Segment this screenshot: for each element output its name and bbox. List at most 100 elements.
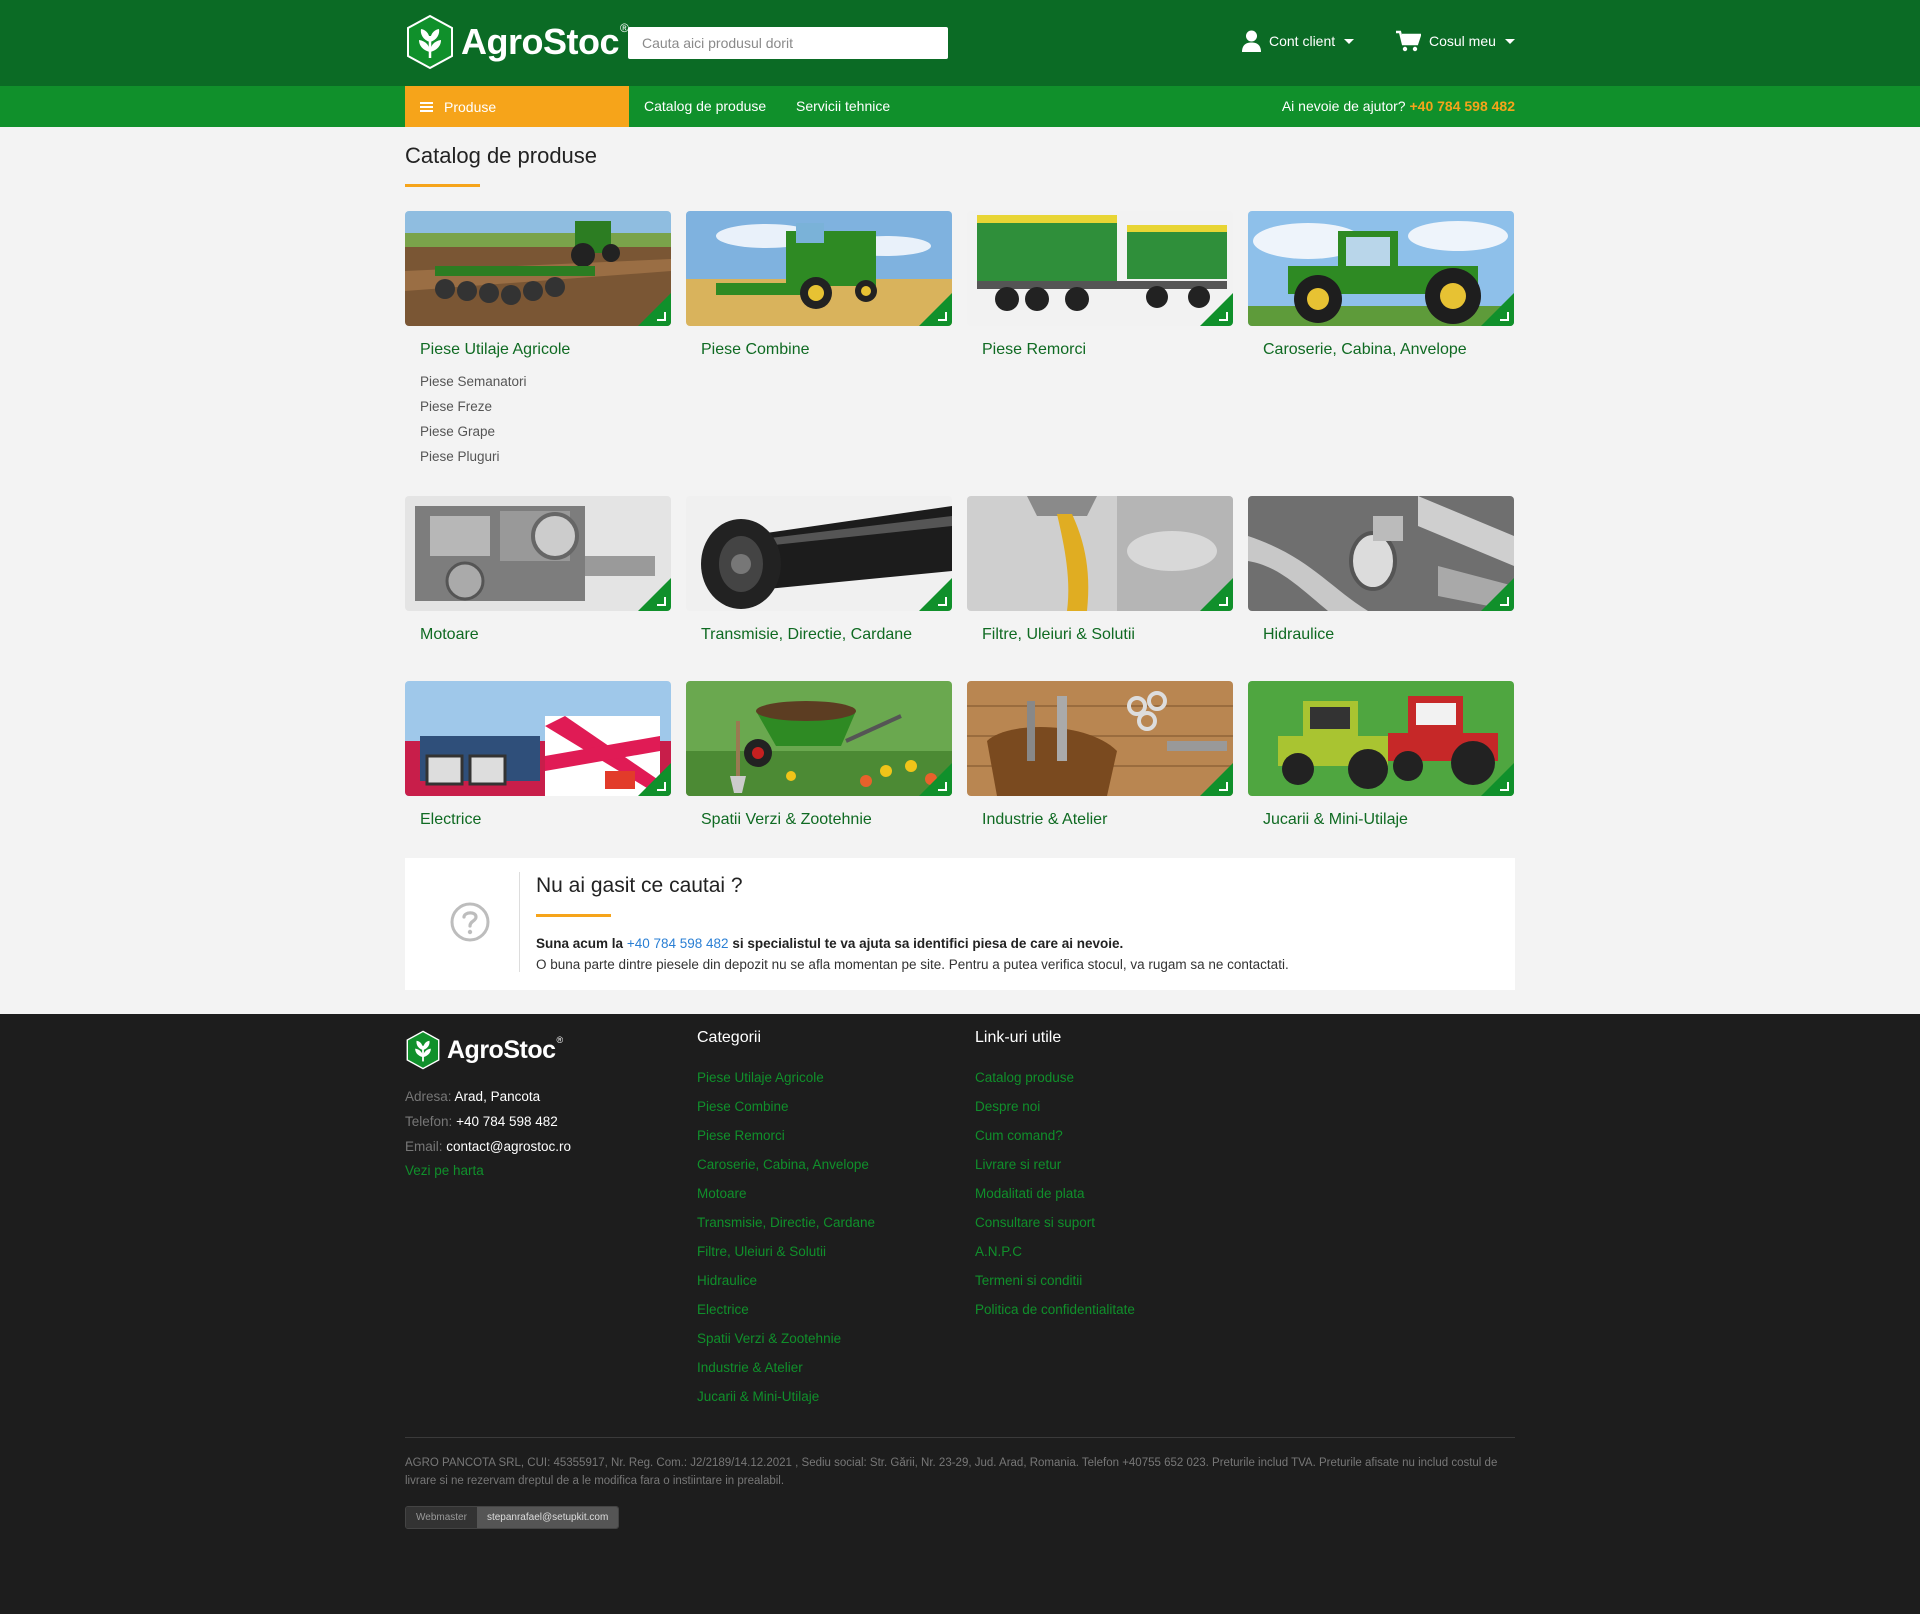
user-icon bbox=[1242, 30, 1261, 52]
webmaster-label: Webmaster bbox=[406, 1507, 477, 1528]
footer-category-link[interactable]: Piese Combine bbox=[697, 1092, 875, 1121]
help-box: Nu ai gasit ce cautai ? Suna acum la +40… bbox=[405, 858, 1515, 990]
footer-categories-heading: Categorii bbox=[697, 1029, 762, 1046]
category-title[interactable]: Industrie & Atelier bbox=[982, 811, 1233, 829]
footer-useful-link[interactable]: Catalog produse bbox=[975, 1063, 1135, 1092]
category-title[interactable]: Motoare bbox=[420, 626, 671, 644]
produse-menu-button[interactable]: Produse bbox=[405, 86, 629, 127]
help-call-prefix: Suna acum la bbox=[536, 936, 624, 951]
category-card: Electrice bbox=[405, 681, 671, 829]
category-card: Industrie & Atelier bbox=[967, 681, 1233, 829]
arrow-corner-icon bbox=[1500, 782, 1509, 791]
category-title[interactable]: Jucarii & Mini-Utilaje bbox=[1263, 811, 1514, 829]
hydraulic-fittings-image bbox=[1248, 496, 1514, 611]
footer-category-link[interactable]: Filtre, Uleiuri & Solutii bbox=[697, 1237, 875, 1266]
help-stock-note: O buna parte dintre piesele din depozit … bbox=[536, 957, 1289, 972]
footer-logo[interactable]: AgroStoc ® bbox=[405, 1030, 563, 1070]
category-image-link[interactable] bbox=[686, 496, 952, 611]
cart-menu[interactable]: Cosul meu bbox=[1396, 30, 1515, 52]
footer-category-link[interactable]: Piese Utilaje Agricole bbox=[697, 1063, 875, 1092]
category-image-link[interactable] bbox=[1248, 211, 1514, 326]
footer-useful-link[interactable]: Cum comand? bbox=[975, 1121, 1135, 1150]
main-navbar bbox=[0, 86, 1920, 127]
arrow-corner-icon bbox=[1500, 312, 1509, 321]
category-title[interactable]: Piese Combine bbox=[701, 341, 952, 359]
toy-tractors-image bbox=[1248, 681, 1514, 796]
expand-corner bbox=[638, 293, 671, 326]
arrow-corner-icon bbox=[938, 597, 947, 606]
produse-label: Produse bbox=[444, 98, 497, 115]
category-image-link[interactable] bbox=[405, 681, 671, 796]
footer-categories-list: Piese Utilaje Agricole Piese Combine Pie… bbox=[697, 1063, 875, 1411]
address-label: Adresa: bbox=[405, 1089, 452, 1104]
title-underline bbox=[405, 184, 480, 187]
footer-useful-link[interactable]: Livrare si retur bbox=[975, 1150, 1135, 1179]
help-call-phone-link[interactable]: +40 784 598 482 bbox=[627, 936, 729, 951]
footer-category-link[interactable]: Electrice bbox=[697, 1295, 875, 1324]
arrow-corner-icon bbox=[1219, 312, 1228, 321]
category-title[interactable]: Hidraulice bbox=[1263, 626, 1514, 644]
category-title[interactable]: Electrice bbox=[420, 811, 671, 829]
expand-corner bbox=[638, 763, 671, 796]
help-phone-link[interactable]: +40 784 598 482 bbox=[1410, 98, 1516, 114]
wheat-leaf-icon bbox=[407, 14, 453, 70]
footer-useful-link[interactable]: Politica de confidentialitate bbox=[975, 1295, 1135, 1324]
footer-links-heading: Link-uri utile bbox=[975, 1029, 1062, 1046]
category-title[interactable]: Piese Remorci bbox=[982, 341, 1233, 359]
subcategory-link[interactable]: Piese Pluguri bbox=[420, 444, 671, 469]
wheat-leaf-icon bbox=[406, 1030, 440, 1070]
subcategory-link[interactable]: Piese Freze bbox=[420, 394, 671, 419]
footer-category-link[interactable]: Motoare bbox=[697, 1179, 875, 1208]
category-image-link[interactable] bbox=[405, 496, 671, 611]
cart-icon bbox=[1396, 30, 1421, 52]
arrow-corner-icon bbox=[657, 312, 666, 321]
footer-category-link[interactable]: Spatii Verzi & Zootehnie bbox=[697, 1324, 875, 1353]
category-image-link[interactable] bbox=[405, 211, 671, 326]
footer-phone: Telefon: +40 784 598 482 bbox=[405, 1114, 558, 1129]
footer-useful-link[interactable]: Despre noi bbox=[975, 1092, 1135, 1121]
subcategory-link[interactable]: Piese Grape bbox=[420, 419, 671, 444]
category-image-link[interactable] bbox=[686, 211, 952, 326]
subcategory-list: Piese Semanatori Piese Freze Piese Grape… bbox=[420, 369, 671, 469]
category-title[interactable]: Caroserie, Cabina, Anvelope bbox=[1263, 341, 1514, 359]
footer-category-link[interactable]: Piese Remorci bbox=[697, 1121, 875, 1150]
footer-category-link[interactable]: Industrie & Atelier bbox=[697, 1353, 875, 1382]
webmaster-email-link[interactable]: stepanrafael@setupkit.com bbox=[476, 1507, 619, 1528]
footer-category-link[interactable]: Caroserie, Cabina, Anvelope bbox=[697, 1150, 875, 1179]
category-title[interactable]: Transmisie, Directie, Cardane bbox=[701, 626, 952, 644]
expand-corner bbox=[919, 578, 952, 611]
expand-corner bbox=[638, 578, 671, 611]
category-title[interactable]: Spatii Verzi & Zootehnie bbox=[701, 811, 952, 829]
footer-logo-text: AgroStoc bbox=[447, 1035, 556, 1064]
footer-useful-link[interactable]: Modalitati de plata bbox=[975, 1179, 1135, 1208]
phone-label: Telefon: bbox=[405, 1114, 453, 1129]
category-title[interactable]: Filtre, Uleiuri & Solutii bbox=[982, 626, 1233, 644]
footer-useful-link[interactable]: A.N.P.C bbox=[975, 1237, 1135, 1266]
category-image-link[interactable] bbox=[686, 681, 952, 796]
hamburger-icon bbox=[420, 101, 433, 112]
category-image-link[interactable] bbox=[967, 681, 1233, 796]
category-image-link[interactable] bbox=[967, 211, 1233, 326]
search-input[interactable] bbox=[628, 27, 948, 59]
help-title-underline bbox=[536, 914, 611, 917]
footer-useful-link[interactable]: Termeni si conditii bbox=[975, 1266, 1135, 1295]
footer-useful-link[interactable]: Consultare si suport bbox=[975, 1208, 1135, 1237]
account-menu[interactable]: Cont client bbox=[1242, 30, 1355, 52]
footer-email-link[interactable]: contact@agrostoc.ro bbox=[446, 1139, 571, 1154]
category-image-link[interactable] bbox=[1248, 681, 1514, 796]
footer-category-link[interactable]: Hidraulice bbox=[697, 1266, 875, 1295]
footer-phone-link[interactable]: +40 784 598 482 bbox=[456, 1114, 558, 1129]
category-title[interactable]: Piese Utilaje Agricole bbox=[420, 341, 671, 359]
nav-servicii-link[interactable]: Servicii tehnice bbox=[796, 98, 890, 114]
logo-text: AgroStoc bbox=[461, 21, 620, 62]
category-image-link[interactable] bbox=[1248, 496, 1514, 611]
map-link[interactable]: Vezi pe harta bbox=[405, 1163, 484, 1178]
disc-harrow-image bbox=[405, 211, 671, 326]
site-logo[interactable]: AgroStoc ® bbox=[405, 14, 629, 70]
subcategory-link[interactable]: Piese Semanatori bbox=[420, 369, 671, 394]
category-image-link[interactable] bbox=[967, 496, 1233, 611]
combine-image bbox=[686, 211, 952, 326]
nav-catalog-link[interactable]: Catalog de produse bbox=[644, 98, 766, 114]
footer-category-link[interactable]: Jucarii & Mini-Utilaje bbox=[697, 1382, 875, 1411]
footer-category-link[interactable]: Transmisie, Directie, Cardane bbox=[697, 1208, 875, 1237]
